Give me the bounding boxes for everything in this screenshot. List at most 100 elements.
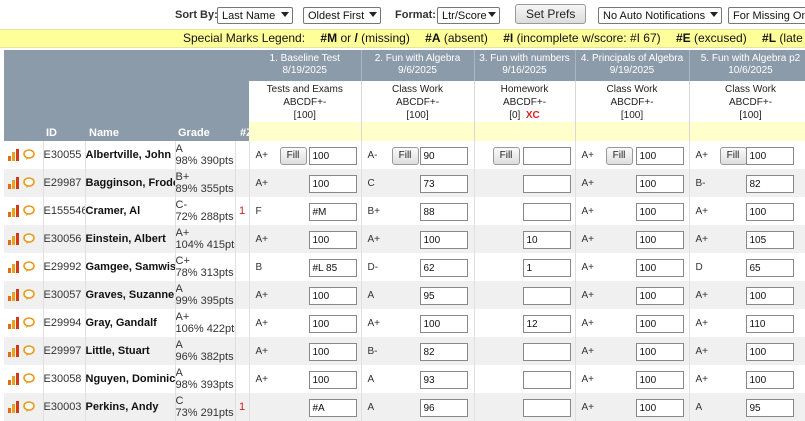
comment-icon[interactable] (23, 261, 35, 273)
assignment-header[interactable]: 2. Fun with Algebra 9/6/2025 (361, 50, 475, 81)
score-input[interactable]: 96 (419, 399, 468, 417)
bar-chart-icon[interactable] (8, 261, 20, 274)
bar-chart-icon[interactable] (8, 177, 20, 190)
score-input[interactable]: 100 (635, 203, 684, 221)
student-name[interactable]: Nguyen, Dominic (85, 365, 176, 393)
student-name[interactable]: Gray, Gandalf (85, 309, 176, 337)
score-input[interactable]: 100 (635, 259, 684, 277)
comment-icon[interactable] (23, 289, 35, 301)
comment-icon[interactable] (23, 149, 35, 161)
score-input[interactable] (522, 287, 571, 305)
score-input[interactable]: 1 (522, 259, 571, 277)
comment-icon[interactable] (23, 233, 35, 245)
student-name[interactable]: Gamgee, Samwise (85, 253, 176, 281)
bar-chart-icon[interactable] (8, 345, 20, 358)
score-input[interactable]: 88 (419, 203, 468, 221)
score-input[interactable]: 65 (745, 259, 794, 277)
score-input[interactable]: 10 (522, 231, 571, 249)
score-input[interactable]: 100 (308, 287, 357, 305)
score-input[interactable]: 100 (308, 231, 357, 249)
comment-icon[interactable] (23, 317, 35, 329)
student-name[interactable]: Bagginson, Frodo (85, 169, 176, 197)
score-input[interactable]: 100 (635, 343, 684, 361)
score-input[interactable]: 100 (635, 371, 684, 389)
score-input[interactable]: 100 (308, 371, 357, 389)
score-input[interactable] (522, 147, 571, 165)
column-header-id[interactable]: ID (46, 127, 57, 139)
student-name[interactable]: Einstein, Albert (85, 225, 176, 253)
bar-chart-icon[interactable] (8, 149, 20, 162)
score-input[interactable] (522, 175, 571, 193)
score-input[interactable]: 100 (635, 231, 684, 249)
comment-icon[interactable] (23, 345, 35, 357)
fill-button[interactable]: Fill (391, 147, 419, 165)
score-input[interactable]: 100 (308, 343, 357, 361)
score-input[interactable]: 100 (745, 203, 794, 221)
score-input[interactable]: 90 (419, 147, 468, 165)
fill-button[interactable]: Fill (719, 147, 747, 165)
score-input[interactable]: #A (308, 399, 357, 417)
bar-chart-icon[interactable] (8, 205, 20, 218)
fill-button[interactable]: Fill (605, 147, 633, 165)
score-input[interactable] (522, 399, 571, 417)
column-header-grade[interactable]: Grade (178, 127, 210, 139)
score-input[interactable]: 100 (308, 315, 357, 333)
score-input[interactable]: 100 (635, 287, 684, 305)
bar-chart-icon[interactable] (8, 233, 20, 246)
comment-icon[interactable] (23, 205, 35, 217)
student-name[interactable]: Perkins, Andy (85, 393, 176, 421)
bar-chart-icon[interactable] (8, 317, 20, 330)
bar-chart-icon[interactable] (8, 373, 20, 386)
score-input[interactable]: 93 (419, 371, 468, 389)
score-input[interactable]: 100 (635, 147, 684, 165)
assignment-header[interactable]: 1. Baseline Test 8/19/2025 (249, 50, 362, 81)
missing-only-select[interactable]: For Missing Only (728, 7, 805, 24)
fill-button[interactable]: Fill (492, 147, 520, 165)
score-input[interactable]: 100 (745, 343, 794, 361)
score-input[interactable]: 73 (419, 175, 468, 193)
score-input[interactable]: 82 (745, 175, 794, 193)
format-select[interactable]: Ltr/Score (437, 7, 500, 24)
comment-icon[interactable] (23, 177, 35, 189)
fill-button[interactable]: Fill (279, 147, 307, 165)
sort-by-select[interactable]: Last Name (217, 7, 293, 24)
comment-icon[interactable] (23, 373, 35, 385)
assignment-header[interactable]: 5. Fun with Algebra p2 10/6/2025 (689, 50, 805, 81)
score-input[interactable]: #L 85 (308, 259, 357, 277)
student-name[interactable]: Albertville, John (85, 141, 176, 169)
score-input[interactable]: 110 (745, 315, 794, 333)
student-name[interactable]: Little, Stuart (85, 337, 176, 365)
score-input[interactable]: 82 (419, 343, 468, 361)
bar-chart-icon[interactable] (8, 289, 20, 302)
score-input[interactable]: #M (308, 203, 357, 221)
student-name[interactable]: Cramer, Al (85, 197, 176, 225)
score-input[interactable]: 95 (419, 287, 468, 305)
score-input[interactable]: 100 (419, 315, 468, 333)
score-input[interactable] (522, 371, 571, 389)
set-prefs-button[interactable]: Set Prefs (515, 4, 587, 24)
column-header-name[interactable]: Name (89, 127, 119, 139)
score-input[interactable] (522, 343, 571, 361)
score-input[interactable]: 100 (745, 287, 794, 305)
score-input[interactable]: 100 (308, 175, 357, 193)
score-input[interactable]: 100 (745, 147, 794, 165)
order-select[interactable]: Oldest First (303, 7, 381, 24)
assignment-header[interactable]: 3. Fun with numbers 9/16/2025 (474, 50, 576, 81)
student-name[interactable]: Graves, Suzanne (85, 281, 176, 309)
score-input[interactable]: 100 (308, 147, 357, 165)
comment-icon[interactable] (23, 401, 35, 413)
score-input[interactable]: 100 (635, 399, 684, 417)
score-input[interactable]: 100 (635, 175, 684, 193)
notifications-select[interactable]: No Auto Notifications (598, 7, 722, 24)
score-input[interactable]: 100 (745, 371, 794, 389)
score-input[interactable]: 100 (635, 315, 684, 333)
score-input[interactable]: 95 (745, 399, 794, 417)
bar-chart-icon[interactable] (8, 401, 20, 414)
score-input[interactable] (522, 203, 571, 221)
score-input[interactable]: 12 (522, 315, 571, 333)
score-input[interactable]: 100 (419, 231, 468, 249)
score-input[interactable]: 62 (419, 259, 468, 277)
assignment-header[interactable]: 4. Principals of Algebra 9/19/2025 (575, 50, 690, 81)
column-header-z[interactable]: #Z (240, 127, 249, 139)
score-input[interactable]: 105 (745, 231, 794, 249)
